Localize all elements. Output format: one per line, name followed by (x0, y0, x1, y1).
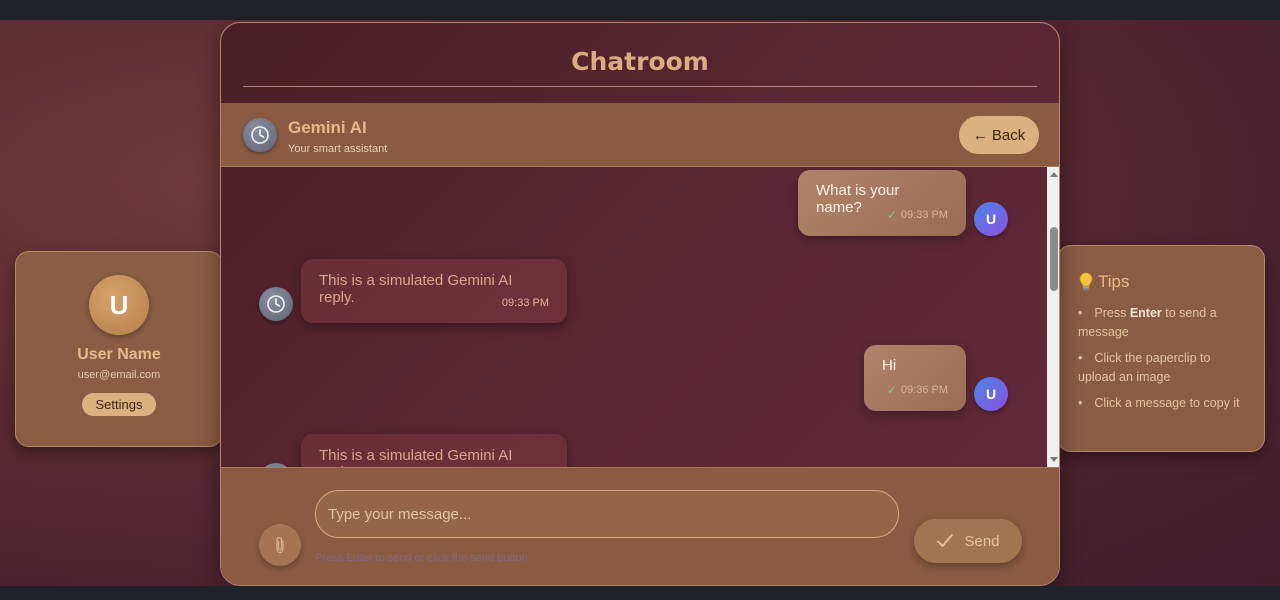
message-time: 09:36 PM (900, 384, 948, 396)
avatar: U (974, 377, 1008, 411)
tips-list: Press Enter to send a message Click the … (1078, 304, 1244, 413)
scrollbar[interactable] (1047, 167, 1059, 467)
message-meta: ✓ 09:36 PM (887, 383, 948, 397)
top-window-strip (0, 0, 1280, 20)
contact-subtitle: Your smart assistant (288, 143, 388, 155)
lightbulb-icon (1078, 272, 1094, 292)
contact-name: Gemini AI (288, 118, 367, 137)
chat-panel: Chatroom Gemini AI Your smart assistant … (220, 22, 1060, 586)
message-bubble-incoming[interactable]: This is a simulated Gemini AI reply. (301, 434, 567, 467)
scroll-up-arrow-icon[interactable] (1050, 172, 1058, 177)
send-button[interactable]: Send (914, 519, 1022, 563)
message-bubble-outgoing[interactable]: Hi ✓ 09:36 PM (864, 345, 966, 411)
tip-item: Click a message to copy it (1078, 394, 1244, 413)
send-label: Send (964, 532, 1000, 550)
message-input[interactable] (315, 490, 899, 538)
scroll-thumb[interactable] (1050, 227, 1058, 291)
paperclip-icon (276, 536, 284, 554)
message-time: 09:33 PM (501, 297, 549, 309)
profile-email: user@email.com (77, 369, 161, 381)
input-hint: Press Enter to send or click the send bu… (315, 552, 528, 564)
tips-title: Tips (1098, 272, 1130, 291)
attach-button[interactable] (259, 524, 301, 566)
avatar: U (89, 275, 149, 335)
composer: Press Enter to send or click the send bu… (221, 467, 1059, 585)
tip-item: Press Enter to send a message (1078, 304, 1244, 342)
tips-card: Tips Press Enter to send a message Click… (1057, 245, 1265, 452)
chat-contact-bar: Gemini AI Your smart assistant ← Back (221, 103, 1059, 167)
profile-name: User Name (77, 346, 161, 363)
message-bubble-outgoing[interactable]: What is your name? ✓ 09:33 PM (798, 170, 966, 236)
check-icon: ✓ (886, 208, 897, 222)
message-meta: ✓ 09:33 PM (887, 208, 948, 222)
clock-icon (267, 295, 285, 313)
contact-avatar (243, 118, 277, 152)
message-bubble-incoming[interactable]: This is a simulated Gemini AI reply. 09:… (301, 259, 567, 323)
check-icon: ✓ (886, 383, 897, 397)
scroll-down-arrow-icon[interactable] (1050, 457, 1058, 462)
profile-card: U User Name user@email.com Settings (15, 251, 223, 447)
settings-button[interactable]: Settings (81, 393, 157, 416)
message-list[interactable]: What is your name? ✓ 09:33 PM U This is … (221, 167, 1047, 467)
message-meta: 09:33 PM (502, 297, 549, 309)
page-title: Chatroom (571, 47, 709, 76)
message-text: This is a simulated Gemini AI reply. (319, 447, 513, 467)
tip-item: Click the paperclip to upload an image (1078, 349, 1244, 387)
back-button[interactable]: ← Back (959, 116, 1039, 154)
bottom-window-strip (0, 586, 1280, 600)
title-divider (243, 86, 1037, 87)
panel-header: Chatroom (221, 23, 1059, 103)
avatar: U (974, 202, 1008, 236)
message-text: Hi (882, 357, 897, 374)
checkmark-icon (937, 534, 954, 547)
bot-avatar (259, 287, 293, 321)
clock-icon (251, 126, 269, 144)
message-time: 09:33 PM (900, 209, 948, 221)
tips-header: Tips (1078, 272, 1244, 292)
